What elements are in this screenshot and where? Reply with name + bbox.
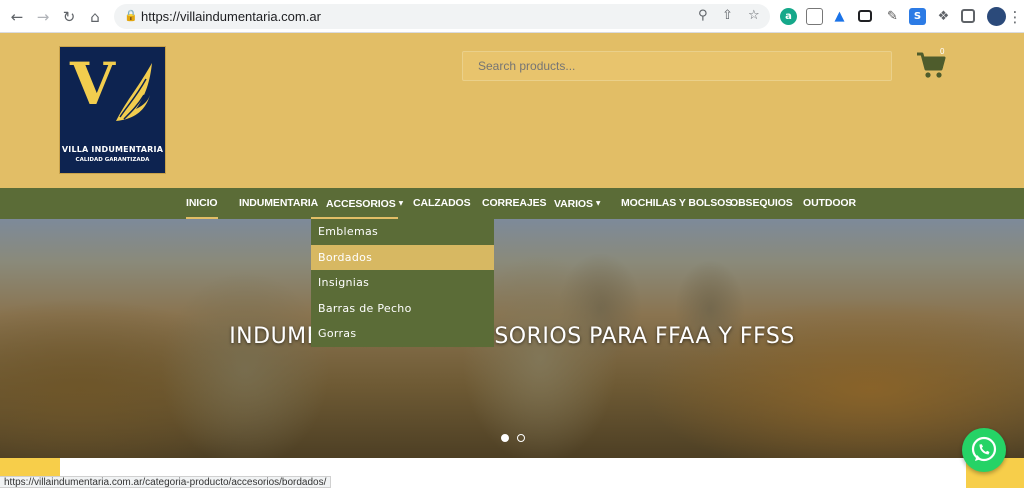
menu-item-label: INICIO bbox=[186, 197, 218, 209]
site-logo[interactable]: V VILLA INDUMENTARIA CALIDAD GARANTIZADA bbox=[59, 46, 166, 174]
hero-slider[interactable]: INDUMENTARIA Y ACCESORIOS PARA FFAA Y FF… bbox=[0, 219, 1024, 458]
eyedropper-icon[interactable]: ✎ bbox=[884, 8, 901, 25]
status-bar-link-preview: https://villaindumentaria.com.ar/categor… bbox=[0, 476, 332, 488]
search-input[interactable] bbox=[463, 52, 891, 80]
address-bar[interactable]: 🔒 https://villaindumentaria.com.ar ⚲ ⇧ ☆ bbox=[114, 4, 770, 29]
site-header: V VILLA INDUMENTARIA CALIDAD GARANTIZADA… bbox=[0, 33, 1024, 188]
address-url: https://villaindumentaria.com.ar bbox=[141, 9, 321, 24]
menu-item-label: INDUMENTARIA bbox=[239, 197, 319, 209]
lock-icon: 🔒 bbox=[124, 9, 138, 22]
menu-item-label: VARIOS bbox=[554, 198, 593, 210]
cart-count-badge: 0 bbox=[940, 47, 945, 56]
logo-name: VILLA INDUMENTARIA bbox=[61, 145, 164, 154]
share-icon[interactable]: ⇧ bbox=[722, 8, 733, 23]
menu-item-label: CORREAJES bbox=[482, 197, 547, 209]
back-arrow-icon[interactable]: ← bbox=[6, 6, 28, 28]
submenu-item-barras-de-pecho[interactable]: Barras de Pecho bbox=[311, 296, 494, 322]
bookmark-star-icon[interactable]: ☆ bbox=[748, 8, 760, 23]
main-menu: INICIO INDUMENTARIA ACCESORIOS ▼ CALZADOS… bbox=[0, 188, 1024, 219]
menu-item-label: ACCESORIOS bbox=[326, 198, 396, 210]
menu-item-correajes[interactable]: CORREAJES bbox=[482, 188, 547, 219]
submenu-item-gorras[interactable]: Gorras bbox=[311, 321, 494, 347]
picture-in-picture-icon[interactable] bbox=[858, 10, 872, 22]
extension-page-icon[interactable] bbox=[806, 8, 823, 25]
menu-item-accesorios[interactable]: ACCESORIOS ▼ bbox=[311, 188, 403, 219]
submenu-item-bordados[interactable]: Bordados bbox=[311, 244, 494, 270]
side-panel-icon[interactable] bbox=[961, 9, 975, 23]
extension-a-icon[interactable]: a bbox=[780, 8, 797, 25]
submenu-item-emblemas[interactable]: Emblemas bbox=[311, 219, 494, 245]
zoom-icon[interactable]: ⚲ bbox=[698, 8, 708, 23]
menu-item-mochilas-y-bolsos[interactable]: MOCHILAS Y BOLSOS bbox=[621, 188, 732, 219]
menu-item-varios[interactable]: VARIOS ▼ bbox=[554, 188, 600, 219]
whatsapp-button[interactable] bbox=[962, 428, 1006, 472]
browser-menu-icon[interactable]: ⋮ bbox=[1004, 6, 1024, 28]
chevron-down-icon: ▼ bbox=[595, 200, 601, 207]
product-search bbox=[462, 51, 892, 81]
menu-item-obsequios[interactable]: OBSEQUIOS bbox=[730, 188, 793, 219]
slider-dot-active[interactable] bbox=[501, 434, 509, 442]
chevron-down-icon: ▼ bbox=[398, 200, 404, 207]
eagle-wing-icon bbox=[116, 63, 152, 121]
menu-item-label: MOCHILAS Y BOLSOS bbox=[621, 197, 733, 209]
menu-item-inicio[interactable]: INICIO bbox=[186, 188, 218, 219]
home-icon[interactable]: ⌂ bbox=[84, 6, 106, 28]
menu-item-calzados[interactable]: CALZADOS bbox=[413, 188, 471, 219]
logo-tagline: CALIDAD GARANTIZADA bbox=[75, 157, 150, 163]
menu-item-label: OUTDOOR bbox=[803, 197, 856, 209]
menu-item-label: CALZADOS bbox=[413, 197, 471, 209]
extension-ads-icon[interactable]: ▲ bbox=[831, 8, 848, 25]
menu-item-label: OBSEQUIOS bbox=[730, 197, 793, 209]
forward-arrow-icon[interactable]: → bbox=[32, 6, 54, 28]
menu-item-indumentaria[interactable]: INDUMENTARIA bbox=[239, 188, 318, 219]
accesorios-submenu: Emblemas Bordados Insignias Barras de Pe… bbox=[311, 219, 494, 347]
extension-s-icon[interactable]: S bbox=[909, 8, 926, 25]
browser-toolbar: ← → ↻ ⌂ 🔒 https://villaindumentaria.com.… bbox=[0, 0, 1024, 33]
slider-dot[interactable] bbox=[517, 434, 525, 442]
whatsapp-icon bbox=[971, 436, 997, 462]
hero-caption: INDUMENTARIA Y ACCESORIOS PARA FFAA Y FF… bbox=[229, 324, 795, 349]
submenu-item-insignias[interactable]: Insignias bbox=[311, 270, 494, 296]
reload-icon[interactable]: ↻ bbox=[58, 6, 80, 28]
puzzle-extensions-icon[interactable]: ❖ bbox=[935, 8, 952, 25]
menu-item-outdoor[interactable]: OUTDOOR bbox=[803, 188, 856, 219]
